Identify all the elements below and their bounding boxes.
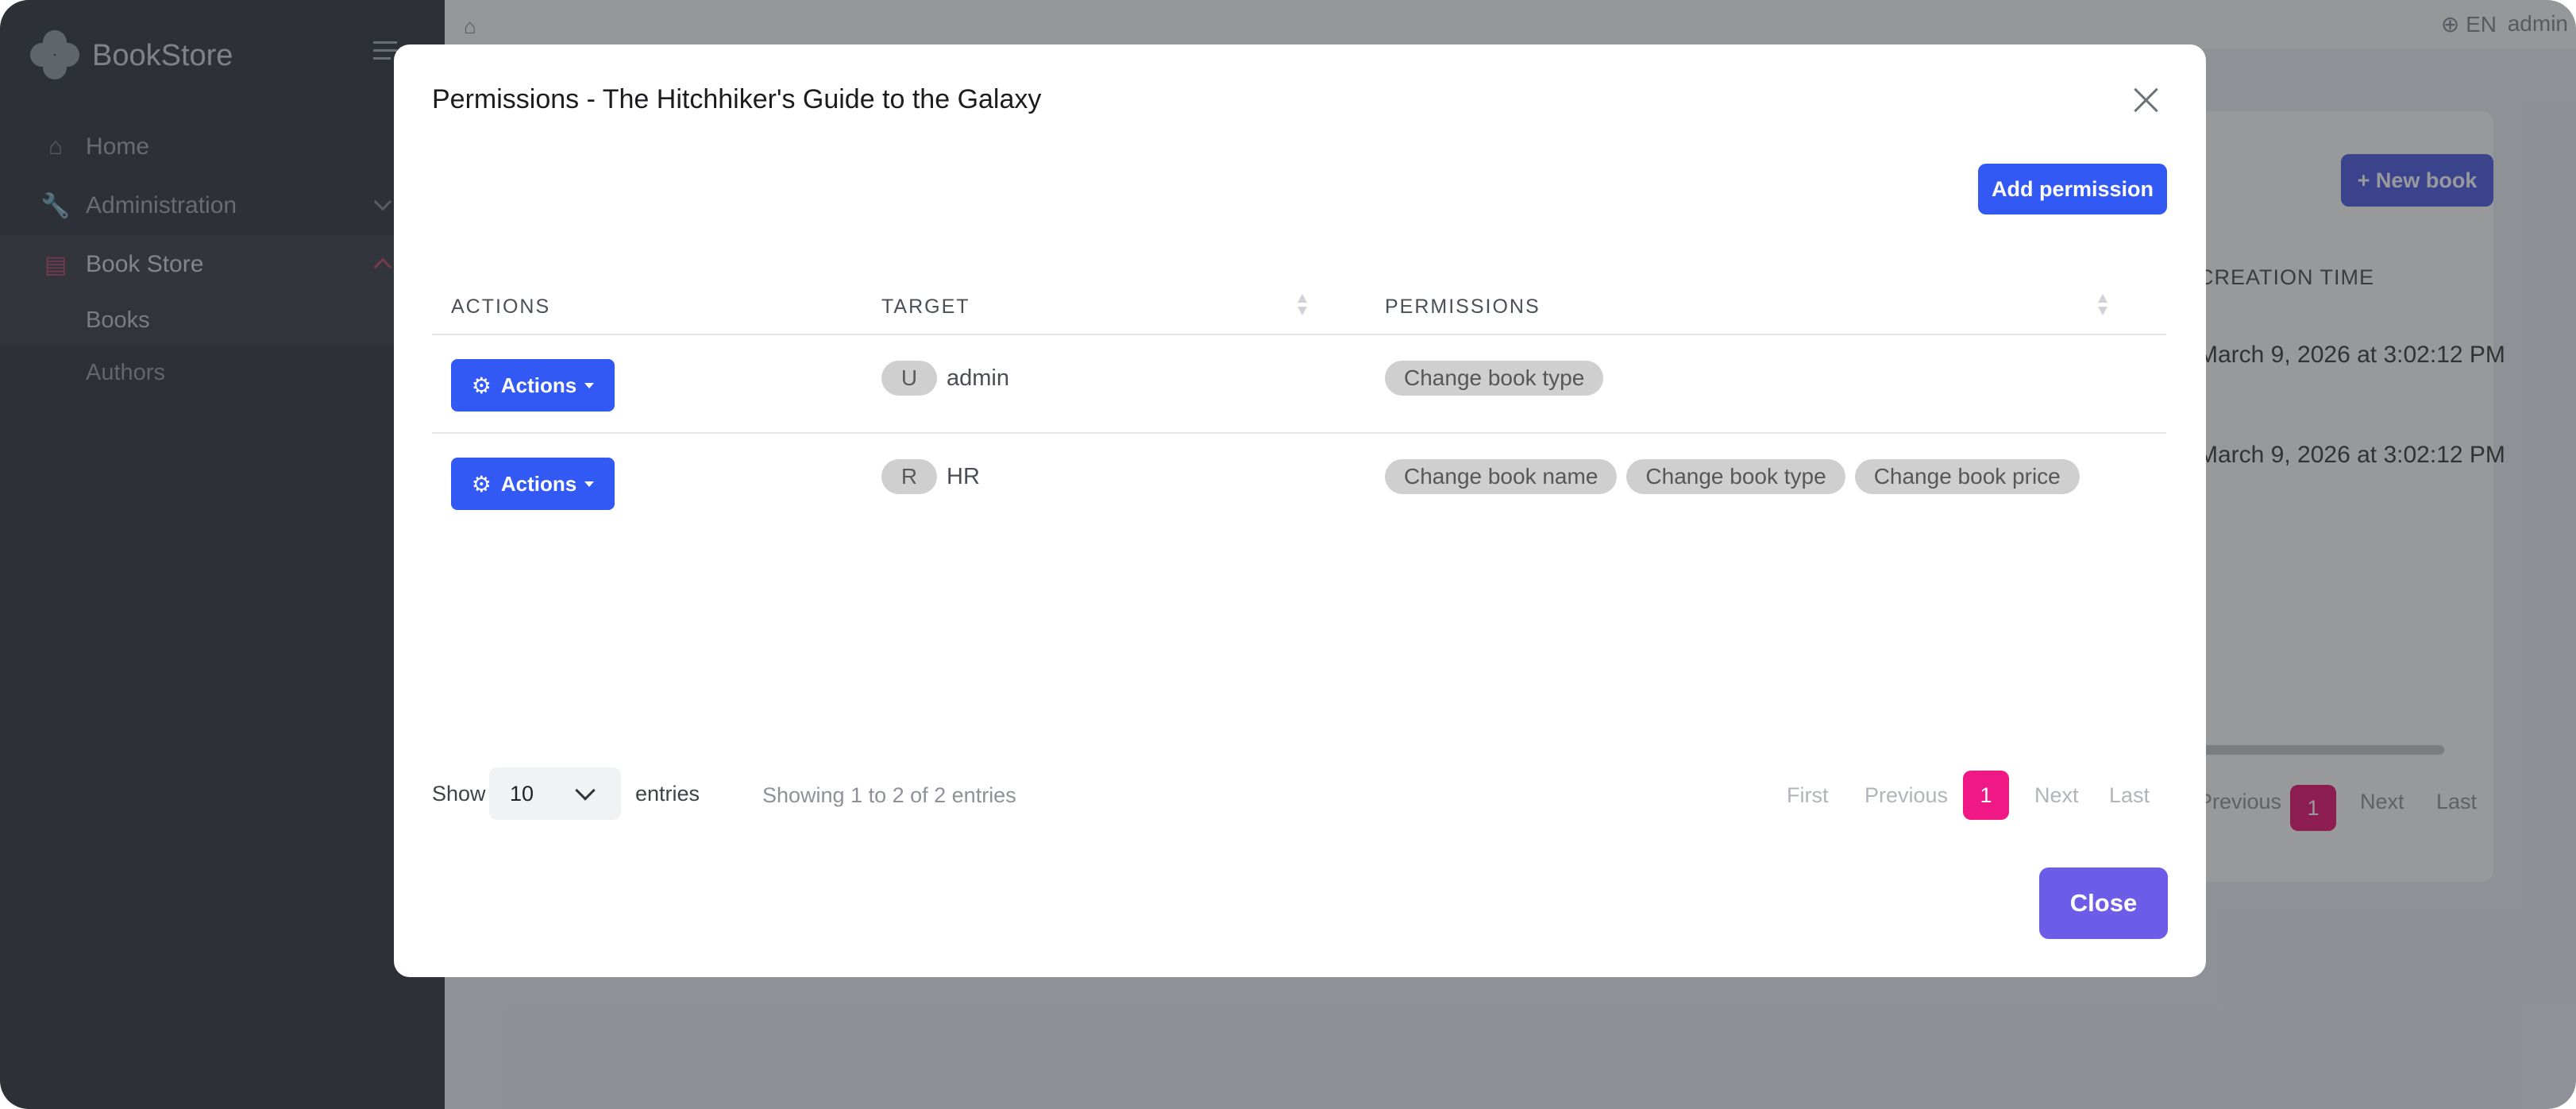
pager-next[interactable]: Next: [2034, 783, 2079, 808]
show-label: Show: [432, 782, 486, 806]
actions-label: Actions: [500, 471, 577, 496]
sort-icon[interactable]: [1296, 294, 1309, 318]
sort-icon[interactable]: [2096, 294, 2109, 318]
target-type-badge: U: [881, 361, 937, 396]
permission-list: Change book type: [1385, 361, 1613, 396]
gear-icon: ⚙: [471, 471, 492, 497]
page-size-value: 10: [510, 781, 534, 806]
pager-current-page[interactable]: 1: [1963, 771, 2009, 820]
entries-label: entries: [635, 782, 700, 806]
table-header: ACTIONS TARGET PERMISSIONS: [432, 273, 2166, 335]
gear-icon: ⚙: [471, 373, 492, 398]
close-icon[interactable]: [2130, 84, 2161, 116]
close-button[interactable]: Close: [2039, 867, 2168, 939]
target-name: HR: [947, 463, 980, 489]
column-header-permissions[interactable]: PERMISSIONS: [1385, 296, 1541, 319]
permission-badge: Change book name: [1385, 459, 1618, 494]
permission-list: Change book name Change book type Change…: [1385, 459, 2089, 494]
actions-label: Actions: [500, 373, 577, 397]
pager-last[interactable]: Last: [2109, 783, 2150, 808]
caret-down-icon: [584, 481, 595, 487]
table-row: ⚙ Actions R HR Change book name Change b…: [432, 435, 2166, 532]
pager-previous[interactable]: Previous: [1865, 783, 1948, 808]
column-header-actions: ACTIONS: [451, 296, 551, 318]
target-type-badge: R: [881, 459, 937, 494]
permission-badge: Change book type: [1626, 459, 1845, 494]
entries-info: Showing 1 to 2 of 2 entries: [762, 783, 1016, 807]
column-header-target[interactable]: TARGET: [881, 296, 970, 319]
table-row: ⚙ Actions U admin Change book type: [432, 337, 2166, 434]
target-name: admin: [947, 365, 1009, 391]
caret-down-icon: [584, 382, 595, 388]
permissions-modal: Permissions - The Hitchhiker's Guide to …: [394, 44, 2206, 977]
page-size-select[interactable]: 10: [489, 767, 621, 820]
pager-first[interactable]: First: [1787, 783, 1828, 808]
permission-target: R HR: [881, 459, 980, 494]
modal-title: Permissions - The Hitchhiker's Guide to …: [432, 84, 1042, 114]
actions-dropdown-button[interactable]: ⚙ Actions: [451, 458, 615, 510]
permission-badge: Change book type: [1385, 361, 1604, 396]
permission-target: U admin: [881, 361, 1009, 396]
actions-dropdown-button[interactable]: ⚙ Actions: [451, 359, 615, 412]
add-permission-button[interactable]: Add permission: [1978, 164, 2167, 214]
permission-badge: Change book price: [1854, 459, 2080, 494]
chevron-down-icon: [575, 780, 596, 801]
app-window: BookStore ⌂ Home 🔧 Administration ▤ Book…: [0, 0, 2576, 1109]
